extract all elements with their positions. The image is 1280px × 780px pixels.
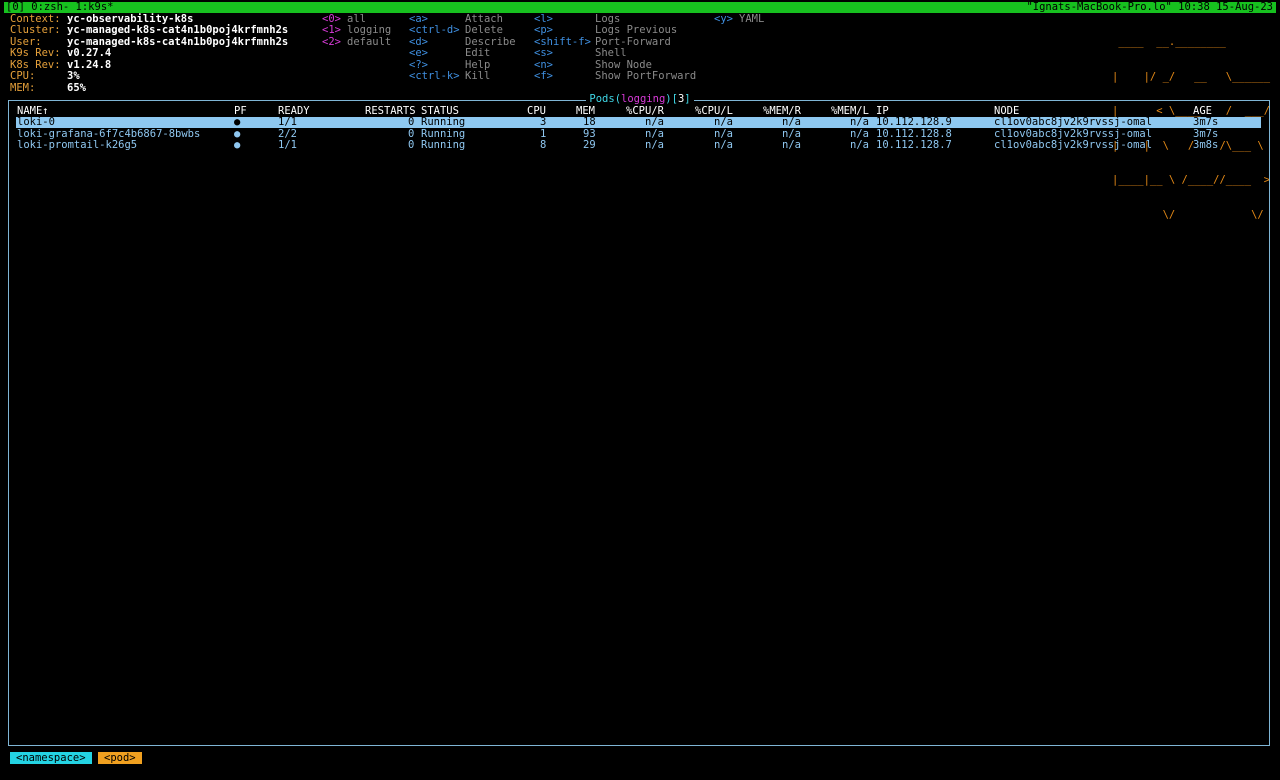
tmux-status-bar: [0] 0:zsh- 1:k9s* "Ignats-MacBook-Pro.lo… — [4, 1, 1276, 14]
logo-line: | |/ _/ __ \______ — [1112, 70, 1271, 83]
pod-mem-r: n/a — [782, 139, 801, 151]
pod-mem-l: n/a — [850, 139, 869, 151]
pod-cpu-r: n/a — [645, 116, 664, 128]
namespace-title: logging — [621, 93, 666, 105]
hotkey-kill-key[interactable]: <ctrl-k> — [409, 70, 460, 83]
pod-node: cl1ov0abc8jv2k9rvssj-omal — [994, 139, 1153, 151]
info-label-k9s-rev: K9s Rev: — [10, 47, 61, 59]
hotkey-shell-key[interactable]: <s> — [534, 47, 553, 60]
pods-panel — [8, 100, 1270, 746]
pod-node: cl1ov0abc8jv2k9rvssj-omal — [994, 116, 1153, 128]
pod-restarts: 0 — [408, 116, 415, 128]
pod-mem: 18 — [583, 116, 596, 128]
info-value-cpu: 3% — [67, 70, 80, 82]
pod-cpu: 3 — [540, 116, 547, 128]
info-label-cluster: Cluster: — [10, 24, 61, 36]
info-value-k9s-rev: v0.27.4 — [67, 47, 112, 59]
hotkey-yaml[interactable]: YAML — [739, 13, 764, 26]
info-value-cluster: yc-managed-k8s-cat4n1b0poj4krfmnh2s — [67, 24, 289, 36]
pod-name[interactable]: loki-0 — [17, 116, 55, 129]
pods-panel-title: Pods(logging)[3] — [0, 93, 1280, 106]
pod-restarts: 0 — [408, 139, 415, 151]
pod-mem: 29 — [583, 139, 596, 151]
pod-mem-l: n/a — [850, 116, 869, 128]
pod-mem-r: n/a — [782, 116, 801, 128]
hotkey-kill[interactable]: Kill — [465, 70, 490, 83]
namespace-logging[interactable]: logging — [347, 24, 391, 37]
hotkey-shell[interactable]: Shell — [595, 47, 627, 60]
info-label-cpu: CPU: — [10, 70, 36, 82]
pod-cpu-l: n/a — [714, 116, 733, 128]
logo-line: ____ __.________ — [1112, 36, 1271, 48]
pod-status: Running — [421, 139, 466, 151]
pod-age: 3m7s — [1193, 116, 1219, 128]
pod-ready: 1/1 — [278, 116, 297, 128]
pod-status: Running — [421, 116, 466, 128]
tmux-host-clock: "Ignats-MacBook-Pro.lo" 10:38 15-Aug-23 — [1026, 1, 1273, 13]
hotkey-logs-previous-key[interactable]: <p> — [534, 24, 553, 37]
hotkey-delete-key[interactable]: <ctrl-d> — [409, 24, 460, 37]
info-label-mem: MEM: — [10, 82, 36, 94]
port-forward-indicator: ● — [234, 139, 241, 151]
namespace-default[interactable]: default — [347, 36, 391, 49]
info-value-mem: 65% — [67, 82, 86, 94]
namespace-key-2[interactable]: <2> — [322, 36, 341, 49]
hotkey-show-portforward-key[interactable]: <f> — [534, 70, 553, 83]
pod-name[interactable]: loki-promtail-k26g5 — [17, 139, 137, 152]
breadcrumb-pod[interactable]: <pod> — [98, 752, 142, 764]
pod-ready: 1/1 — [278, 139, 297, 151]
port-forward-indicator: ● — [234, 116, 241, 128]
resource-title: Pods — [589, 93, 615, 105]
pod-cpu: 8 — [540, 139, 547, 151]
pod-ip: 10.112.128.9 — [876, 116, 952, 128]
hotkey-yaml-key[interactable]: <y> — [714, 13, 733, 26]
pod-age: 3m8s — [1193, 139, 1219, 151]
hotkey-show-portforward[interactable]: Show PortForward — [595, 70, 696, 83]
pod-cpu-r: n/a — [645, 139, 664, 151]
pod-ip: 10.112.128.7 — [876, 139, 952, 151]
namespace-key-1[interactable]: <1> — [322, 24, 341, 37]
hotkey-edit[interactable]: Edit — [465, 47, 490, 60]
hotkey-delete[interactable]: Delete — [465, 24, 503, 37]
tmux-window-list[interactable]: [0] 0:zsh- 1:k9s* — [6, 1, 113, 14]
hotkey-logs-previous[interactable]: Logs Previous — [595, 24, 677, 37]
hotkey-edit-key[interactable]: <e> — [409, 47, 428, 60]
breadcrumb-namespace[interactable]: <namespace> — [10, 752, 92, 764]
pod-cpu-l: n/a — [714, 139, 733, 151]
